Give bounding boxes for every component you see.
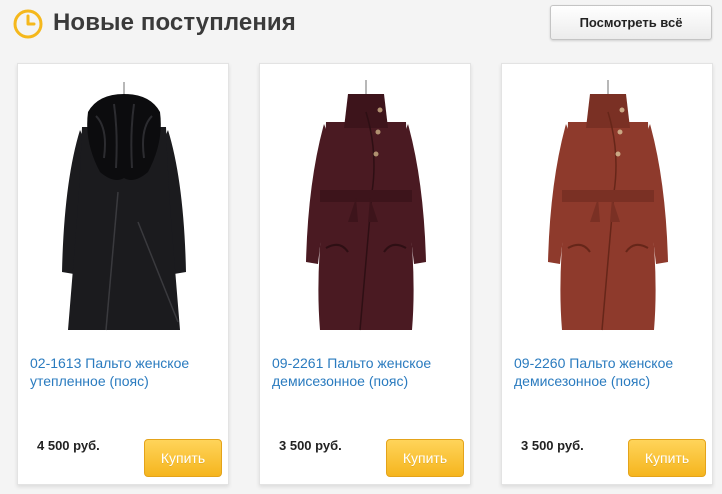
clock-icon xyxy=(13,9,43,39)
buy-button[interactable]: Купить xyxy=(628,439,706,477)
product-price: 3 500 руб. xyxy=(279,438,342,453)
section-header: Новые поступления Посмотреть всё xyxy=(0,0,722,52)
product-name-link[interactable]: 02-1613 Пальто женское утепленное (пояс) xyxy=(30,354,220,390)
section-title: Новые поступления xyxy=(53,9,296,36)
buy-button[interactable]: Купить xyxy=(144,439,222,477)
coat-image[interactable] xyxy=(18,72,230,342)
product-price: 4 500 руб. xyxy=(37,438,100,453)
product-name-link[interactable]: 09-2260 Пальто женское демисезонное (поя… xyxy=(514,354,704,390)
view-all-button[interactable]: Посмотреть всё xyxy=(550,5,712,40)
product-card: 09-2260 Пальто женское демисезонное (поя… xyxy=(501,63,713,485)
coat-image[interactable] xyxy=(260,72,472,342)
buy-button[interactable]: Купить xyxy=(386,439,464,477)
product-card: 09-2261 Пальто женское демисезонное (поя… xyxy=(259,63,471,485)
coat-image[interactable] xyxy=(502,72,714,342)
product-name-link[interactable]: 09-2261 Пальто женское демисезонное (поя… xyxy=(272,354,462,390)
product-price: 3 500 руб. xyxy=(521,438,584,453)
product-card: 02-1613 Пальто женское утепленное (пояс)… xyxy=(17,63,229,485)
